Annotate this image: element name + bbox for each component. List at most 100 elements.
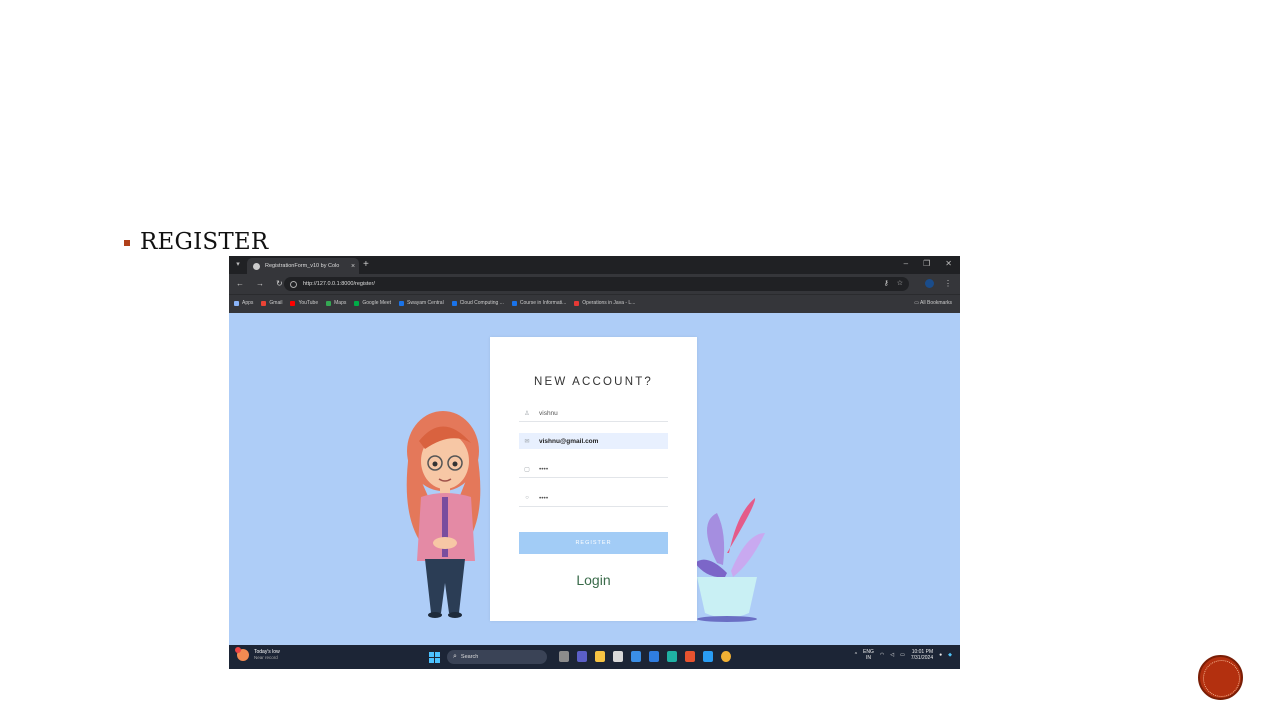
bookmark-label: Google Meet bbox=[362, 300, 391, 306]
folder-icon: ▭ bbox=[914, 300, 919, 306]
favicon-icon bbox=[253, 262, 260, 270]
key-icon[interactable]: ⚷ bbox=[884, 279, 889, 287]
windows-start-icon[interactable] bbox=[429, 652, 440, 663]
bookmark-item[interactable]: Course in Informati... bbox=[511, 300, 567, 306]
toolbar-right: ⋮ bbox=[925, 279, 952, 288]
site-info-icon[interactable] bbox=[290, 280, 297, 288]
close-window-icon[interactable]: ✕ bbox=[945, 259, 952, 268]
bookmark-icon bbox=[326, 300, 332, 306]
address-bar[interactable]: http://127.0.0.1:8000/register/ ⚷ ☆ bbox=[284, 277, 909, 291]
url-text: http://127.0.0.1:8000/register/ bbox=[303, 281, 375, 287]
page-content: NEW ACCOUNT? ♙ vishnu ✉ vishnu@gmail.com… bbox=[229, 313, 960, 645]
login-link[interactable]: Login bbox=[490, 572, 697, 588]
office-icon[interactable] bbox=[685, 651, 695, 662]
confirm-password-value: •••• bbox=[539, 494, 549, 502]
weather-subtitle: Near record bbox=[254, 655, 278, 660]
password-field[interactable]: ▢ •••• bbox=[519, 461, 668, 478]
nav-buttons: ← → ↻ bbox=[236, 279, 283, 288]
tab-close-icon[interactable]: × bbox=[351, 263, 355, 270]
bookmark-item[interactable]: Apps bbox=[234, 300, 253, 306]
taskbar-search[interactable]: ⌕ Search bbox=[447, 650, 547, 664]
all-bookmarks-label: All Bookmarks bbox=[920, 300, 952, 306]
bookmark-item[interactable]: Google Meet bbox=[354, 300, 391, 306]
confirm-password-field[interactable]: ○ •••• bbox=[519, 490, 668, 507]
reload-icon[interactable]: ↻ bbox=[276, 279, 283, 288]
region-code: IN bbox=[865, 655, 871, 661]
mail-app-icon[interactable] bbox=[631, 651, 641, 662]
browser-tab-bar: ▾ RegistrationForm_v10 by Colo × + – ❐ ✕ bbox=[229, 256, 960, 274]
bookmark-label: Course in Informati... bbox=[519, 300, 567, 306]
window-controls: – ❐ ✕ bbox=[904, 259, 952, 268]
lock-confirm-icon: ○ bbox=[525, 495, 529, 501]
profile-avatar[interactable] bbox=[925, 279, 934, 288]
copilot-icon[interactable]: ◆ bbox=[948, 652, 952, 658]
chrome-icon[interactable] bbox=[721, 651, 731, 662]
bookmark-item[interactable]: Swayam Central bbox=[399, 300, 444, 306]
user-icon: ♙ bbox=[524, 410, 530, 417]
bookmark-item[interactable]: Maps bbox=[326, 300, 346, 306]
bookmark-list: Apps Gmail YouTube Maps Google Meet Swayam Ce… bbox=[234, 300, 635, 306]
task-view-icon[interactable] bbox=[559, 651, 569, 662]
battery-icon[interactable]: ▭ bbox=[900, 652, 905, 658]
girl-illustration bbox=[406, 411, 481, 618]
mail-icon: ✉ bbox=[524, 438, 530, 445]
bookmark-label: YouTube bbox=[298, 300, 319, 306]
email-value: vishnu@gmail.com bbox=[539, 437, 599, 445]
store-icon[interactable] bbox=[613, 651, 623, 662]
bookmark-icon bbox=[234, 300, 239, 306]
forward-icon[interactable]: → bbox=[256, 279, 264, 288]
bookmark-item[interactable]: Gmail bbox=[261, 300, 282, 306]
clock[interactable]: 10:01 PM 7/31/2024 bbox=[911, 649, 933, 661]
bookmark-item[interactable]: Operations in Java - L... bbox=[574, 300, 635, 306]
bullet-marker bbox=[124, 240, 130, 246]
file-explorer-icon[interactable] bbox=[595, 651, 605, 662]
browser-nav-bar: ← → ↻ http://127.0.0.1:8000/register/ ⚷ … bbox=[229, 274, 960, 294]
form-title: NEW ACCOUNT? bbox=[533, 376, 654, 388]
system-tray: ^ ENG IN ◠ ◁ ▭ 10:01 PM 7/31/2024 ● ◆ bbox=[855, 649, 952, 661]
edge-icon[interactable] bbox=[667, 651, 677, 662]
badge-ring bbox=[1203, 660, 1240, 697]
bookmarks-bar: Apps Gmail YouTube Maps Google Meet Swayam Ce… bbox=[229, 294, 960, 313]
email-field[interactable]: ✉ vishnu@gmail.com bbox=[519, 433, 668, 449]
all-bookmarks[interactable]: ▭ All Bookmarks bbox=[914, 300, 952, 306]
tab-title: RegistrationForm_v10 by Colo bbox=[265, 263, 340, 269]
back-icon[interactable]: ← bbox=[236, 279, 244, 288]
clock-date: 7/31/2024 bbox=[910, 655, 934, 661]
bookmark-star-icon[interactable]: ☆ bbox=[897, 279, 903, 287]
search-label: Search bbox=[460, 654, 479, 660]
bookmark-icon bbox=[451, 300, 457, 306]
username-field[interactable]: ♙ vishnu bbox=[519, 405, 668, 422]
notification-bell-icon[interactable]: ● bbox=[939, 652, 942, 658]
plant-illustration bbox=[695, 498, 765, 622]
wifi-icon[interactable]: ◠ bbox=[880, 652, 884, 658]
tab-search-icon[interactable]: ▾ bbox=[233, 260, 243, 270]
bookmark-label: Maps bbox=[334, 300, 347, 306]
register-card: NEW ACCOUNT? ♙ vishnu ✉ vishnu@gmail.com… bbox=[490, 337, 697, 621]
register-button[interactable]: REGISTER bbox=[519, 532, 668, 554]
windows-taskbar: Today's low Near record ⌕ Search ^ ENG I… bbox=[229, 645, 960, 669]
teams-icon[interactable] bbox=[577, 651, 587, 662]
username-value: vishnu bbox=[539, 409, 558, 417]
language-indicator[interactable]: ENG IN bbox=[863, 649, 874, 661]
restore-icon[interactable]: ❐ bbox=[923, 259, 930, 268]
taskbar-apps bbox=[559, 651, 731, 662]
photos-icon[interactable] bbox=[649, 651, 659, 662]
notification-badge bbox=[235, 647, 241, 653]
bookmark-item[interactable]: Cloud Computing ... bbox=[451, 300, 504, 306]
minimize-icon[interactable]: – bbox=[904, 259, 908, 268]
lock-icon: ▢ bbox=[524, 466, 530, 473]
bookmark-label: Gmail bbox=[269, 300, 283, 306]
search-icon: ⌕ bbox=[453, 653, 457, 660]
new-tab-icon[interactable]: + bbox=[363, 259, 369, 270]
bookmark-label: Operations in Java - L... bbox=[582, 300, 636, 306]
tray-chevron-icon[interactable]: ^ bbox=[855, 652, 857, 658]
slide-bullet-text: REGISTER bbox=[140, 229, 269, 255]
menu-icon[interactable]: ⋮ bbox=[944, 279, 952, 288]
browser-tab[interactable]: RegistrationForm_v10 by Colo × bbox=[247, 258, 359, 274]
volume-icon[interactable]: ◁ bbox=[890, 652, 894, 658]
vscode-icon[interactable] bbox=[703, 651, 713, 662]
screenshot: ▾ RegistrationForm_v10 by Colo × + – ❐ ✕… bbox=[229, 256, 960, 669]
bookmark-item[interactable]: YouTube bbox=[290, 300, 318, 306]
bookmark-icon bbox=[261, 300, 267, 306]
weather-widget[interactable]: Today's low Near record bbox=[235, 647, 280, 661]
